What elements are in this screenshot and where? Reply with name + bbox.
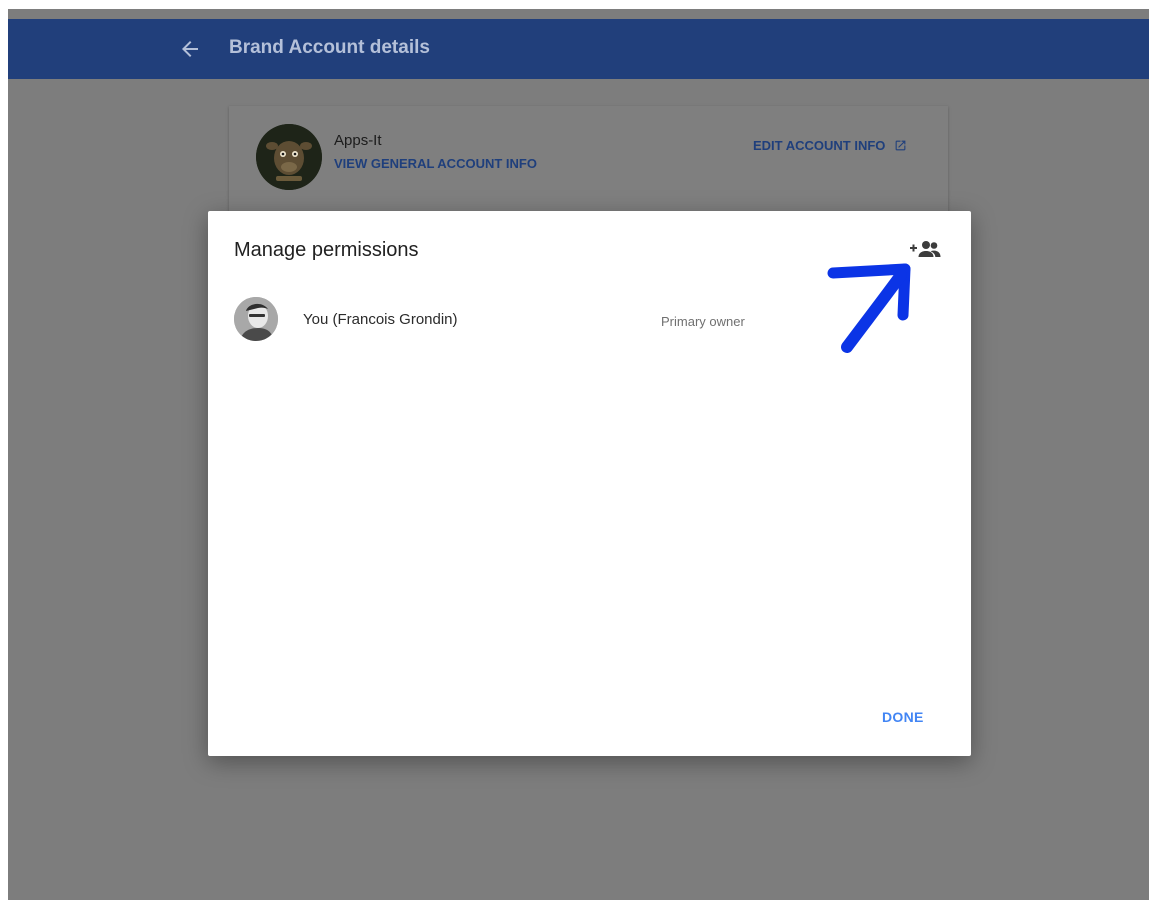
account-card: Apps-It VIEW GENERAL ACCOUNT INFO EDIT A…	[229, 106, 948, 221]
app-bar: Brand Account details	[8, 19, 1149, 79]
edit-account-info-link[interactable]: EDIT ACCOUNT INFO	[753, 138, 907, 153]
view-general-account-info-link[interactable]: VIEW GENERAL ACCOUNT INFO	[334, 156, 537, 171]
page-title: Brand Account details	[229, 37, 430, 58]
back-arrow-icon[interactable]	[178, 37, 202, 61]
page-screen: Brand Account details Apps-It VIEW GENER…	[8, 9, 1149, 900]
edit-account-label: EDIT ACCOUNT INFO	[753, 138, 886, 153]
done-button[interactable]: DONE	[882, 709, 924, 725]
hand-drawn-arrow-annotation	[827, 263, 911, 353]
member-role: Primary owner	[661, 314, 745, 329]
user-avatar	[234, 297, 278, 341]
dialog-title: Manage permissions	[234, 239, 419, 261]
open-in-new-icon	[896, 140, 906, 151]
account-name: Apps-It	[334, 132, 382, 149]
account-avatar	[256, 124, 322, 190]
member-name: You (Francois Grondin)	[303, 311, 458, 328]
